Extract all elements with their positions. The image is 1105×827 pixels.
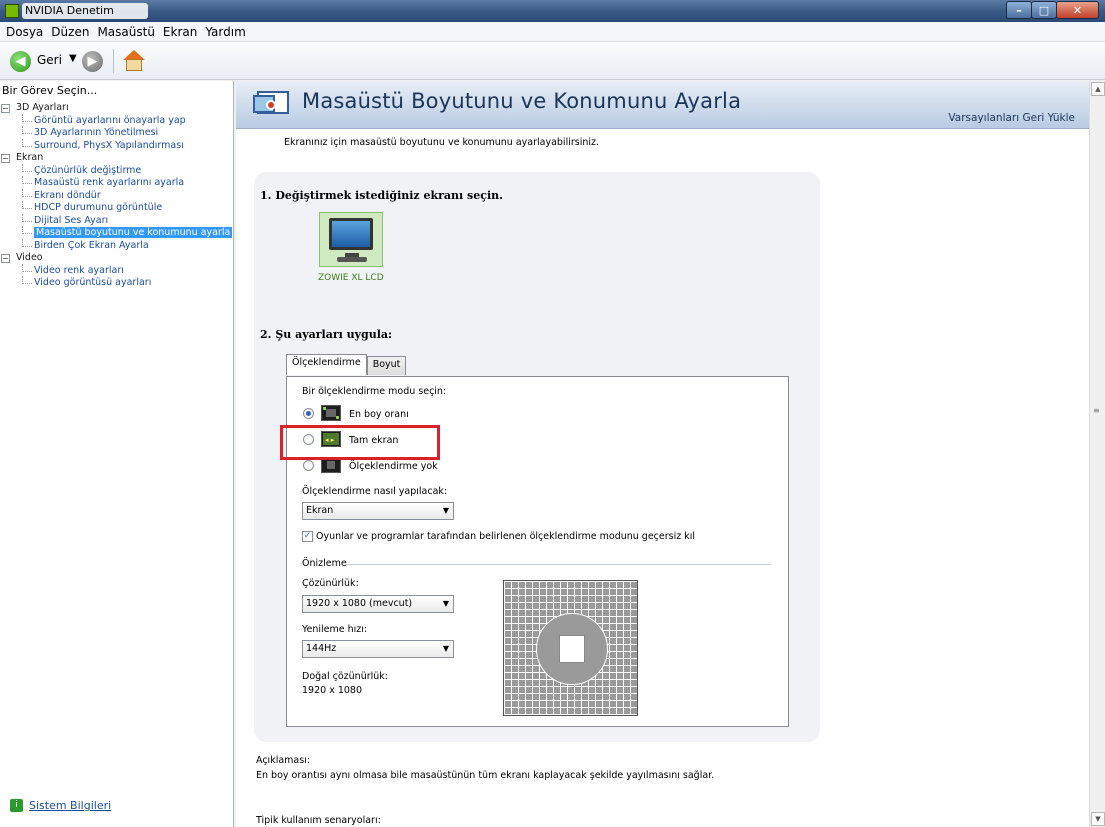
menu-yardim[interactable]: Yardım bbox=[203, 25, 251, 39]
tree-item-digital-audio[interactable]: Dijital Ses Ayarı bbox=[0, 213, 232, 228]
window-controls: – □ ✕ bbox=[1006, 1, 1099, 19]
menu-bar: Dosya Düzen Masaüstü Ekran Yardım bbox=[0, 22, 1105, 42]
tree-category-3d[interactable]: −3D Ayarları bbox=[0, 102, 232, 115]
system-info-link[interactable]: Sistem Bilgileri bbox=[29, 799, 111, 812]
scroll-down-icon[interactable]: ▼ bbox=[1091, 812, 1105, 826]
preview-divider bbox=[346, 564, 771, 565]
tab-size[interactable]: Boyut bbox=[366, 356, 407, 375]
mode-label-no-scaling[interactable]: Ölçeklendirme yok bbox=[349, 461, 438, 472]
chevron-down-icon: ▼ bbox=[442, 599, 449, 608]
aspect-ratio-mode-icon bbox=[321, 405, 341, 421]
close-button[interactable]: ✕ bbox=[1056, 1, 1099, 19]
typical-usage-label: Tipik kullanım senaryoları: bbox=[256, 815, 381, 826]
step2-heading: 2. Şu ayarları uygula: bbox=[260, 328, 393, 341]
collapse-icon[interactable]: − bbox=[1, 104, 10, 113]
tree-item-video-image[interactable]: Video görüntüsü ayarları bbox=[0, 276, 232, 290]
override-scaling-label[interactable]: Oyunlar ve programlar tarafından belirle… bbox=[316, 531, 695, 542]
radio-aspect-ratio[interactable] bbox=[303, 408, 314, 419]
restore-defaults-link[interactable]: Varsayılanları Geri Yükle bbox=[948, 112, 1075, 124]
menu-ekran[interactable]: Ekran bbox=[161, 25, 203, 39]
desktop-size-icon bbox=[253, 89, 290, 121]
toolbar-separator bbox=[113, 49, 114, 73]
toolbar: ◀ Geri ▼ ▶ bbox=[0, 42, 1105, 80]
step1-heading: 1. Değiştirmek istediğiniz ekranı seçin. bbox=[260, 189, 503, 202]
native-resolution-value: 1920 x 1080 bbox=[302, 685, 363, 696]
scroll-grip-icon[interactable]: ≡ bbox=[1093, 406, 1100, 415]
scroll-up-icon[interactable]: ▲ bbox=[1091, 82, 1105, 96]
home-icon[interactable] bbox=[122, 49, 146, 73]
tree-item-preview-settings[interactable]: Görüntü ayarlarını önayarla yap bbox=[0, 113, 232, 128]
settings-tabs: Ölçeklendirme Boyut bbox=[286, 354, 407, 375]
scaling-preview-image bbox=[503, 580, 638, 716]
highlight-annotation-box bbox=[280, 425, 440, 460]
window-title: NVIDIA Denetim Masası bbox=[22, 3, 148, 33]
tree-item-change-resolution[interactable]: Çözünürlük değiştirme bbox=[0, 163, 232, 178]
monitor-icon bbox=[329, 218, 373, 250]
menu-dosya[interactable]: Dosya bbox=[4, 25, 49, 39]
system-info-icon[interactable]: i bbox=[10, 799, 23, 812]
chevron-down-icon: ▼ bbox=[442, 506, 449, 515]
display-name-label[interactable]: ZOWIE XL LCD bbox=[318, 273, 384, 283]
menu-duzen[interactable]: Düzen bbox=[49, 25, 95, 39]
refresh-rate-value: 144Hz bbox=[306, 643, 337, 654]
minimize-button[interactable]: – bbox=[1006, 1, 1032, 19]
tree-category-display[interactable]: − Ekran bbox=[0, 152, 232, 165]
tree-item-rotate-display[interactable]: Ekranı döndür bbox=[0, 188, 232, 203]
perform-scaling-value: Ekran bbox=[306, 505, 334, 516]
main-content: Masaüstü Boyutunu ve Konumunu Ayarla Var… bbox=[236, 81, 1089, 827]
collapse-icon[interactable]: − bbox=[1, 154, 10, 163]
task-tree: −3D Ayarları Görüntü ayarlarını önayarla… bbox=[0, 102, 233, 290]
radio-no-scaling[interactable] bbox=[303, 460, 314, 471]
page-title: Masaüstü Boyutunu ve Konumunu Ayarla bbox=[302, 89, 742, 113]
explanation-text: En boy orantısı aynı olmasa bile masaüst… bbox=[256, 770, 715, 781]
native-resolution-label: Doğal çözünürlük: bbox=[302, 671, 388, 682]
menu-masaustu[interactable]: Masaüstü bbox=[95, 25, 160, 39]
refresh-rate-label: Yenileme hızı: bbox=[302, 624, 368, 635]
perform-scaling-label: Ölçeklendirme nasıl yapılacak: bbox=[302, 486, 448, 497]
page-description: Ekranınız için masaüstü boyutunu ve konu… bbox=[284, 137, 600, 148]
tree-item-hdcp-status[interactable]: HDCP durumunu görüntüle bbox=[0, 201, 232, 215]
collapse-icon[interactable]: − bbox=[1, 254, 10, 263]
resolution-select[interactable]: 1920 x 1080 (mevcut) ▼ bbox=[302, 595, 454, 613]
back-arrow-icon[interactable]: ◀ bbox=[10, 51, 31, 72]
perform-scaling-select[interactable]: Ekran ▼ bbox=[302, 502, 454, 520]
scaling-mode-prompt: Bir ölçeklendirme modu seçin: bbox=[302, 386, 447, 397]
tree-item-manage-3d[interactable]: 3D Ayarlarının Yönetilmesi bbox=[0, 126, 232, 140]
preview-label: Önizleme bbox=[302, 558, 347, 569]
explanation-label: Açıklaması: bbox=[256, 755, 311, 766]
title-bar: NVIDIA Denetim Masası – □ ✕ bbox=[0, 0, 1105, 33]
tree-item-desktop-color[interactable]: Masaüstü renk ayarlarını ayarla bbox=[0, 176, 232, 190]
resolution-label: Çözünürlük: bbox=[302, 578, 359, 589]
back-button-label[interactable]: Geri bbox=[37, 53, 62, 67]
tree-category-video[interactable]: − Video bbox=[0, 252, 232, 265]
mode-label-aspect-ratio[interactable]: En boy oranı bbox=[349, 409, 409, 420]
forward-arrow-icon[interactable]: ▶ bbox=[82, 51, 103, 72]
refresh-rate-select[interactable]: 144Hz ▼ bbox=[302, 640, 454, 658]
task-panel-header: Bir Görev Seçin... bbox=[2, 84, 98, 97]
tab-scaling[interactable]: Ölçeklendirme bbox=[286, 354, 367, 375]
resolution-value: 1920 x 1080 (mevcut) bbox=[306, 598, 413, 609]
display-selector-tile[interactable] bbox=[319, 212, 383, 267]
chevron-down-icon: ▼ bbox=[442, 644, 449, 653]
back-history-dropdown-icon[interactable]: ▼ bbox=[69, 53, 77, 64]
vertical-scrollbar[interactable]: ▲ ≡ ▼ bbox=[1089, 81, 1105, 827]
tree-item-multiple-displays[interactable]: Birden Çok Ekran Ayarla bbox=[0, 238, 232, 253]
system-info: i Sistem Bilgileri bbox=[10, 799, 111, 812]
nvidia-app-icon bbox=[5, 4, 19, 18]
maximize-button[interactable]: □ bbox=[1031, 1, 1057, 19]
tree-item-surround-physx[interactable]: Surround, PhysX Yapılandırması bbox=[0, 138, 232, 153]
tree-item-video-color[interactable]: Video renk ayarları bbox=[0, 263, 232, 278]
task-panel: Bir Görev Seçin... −3D Ayarları Görüntü … bbox=[0, 81, 234, 827]
page-banner: Masaüstü Boyutunu ve Konumunu Ayarla Var… bbox=[236, 81, 1089, 129]
override-scaling-checkbox[interactable]: ✓ bbox=[302, 531, 313, 542]
tree-item-desktop-size-position[interactable]: Masaüstü boyutunu ve konumunu ayarla bbox=[0, 226, 233, 240]
